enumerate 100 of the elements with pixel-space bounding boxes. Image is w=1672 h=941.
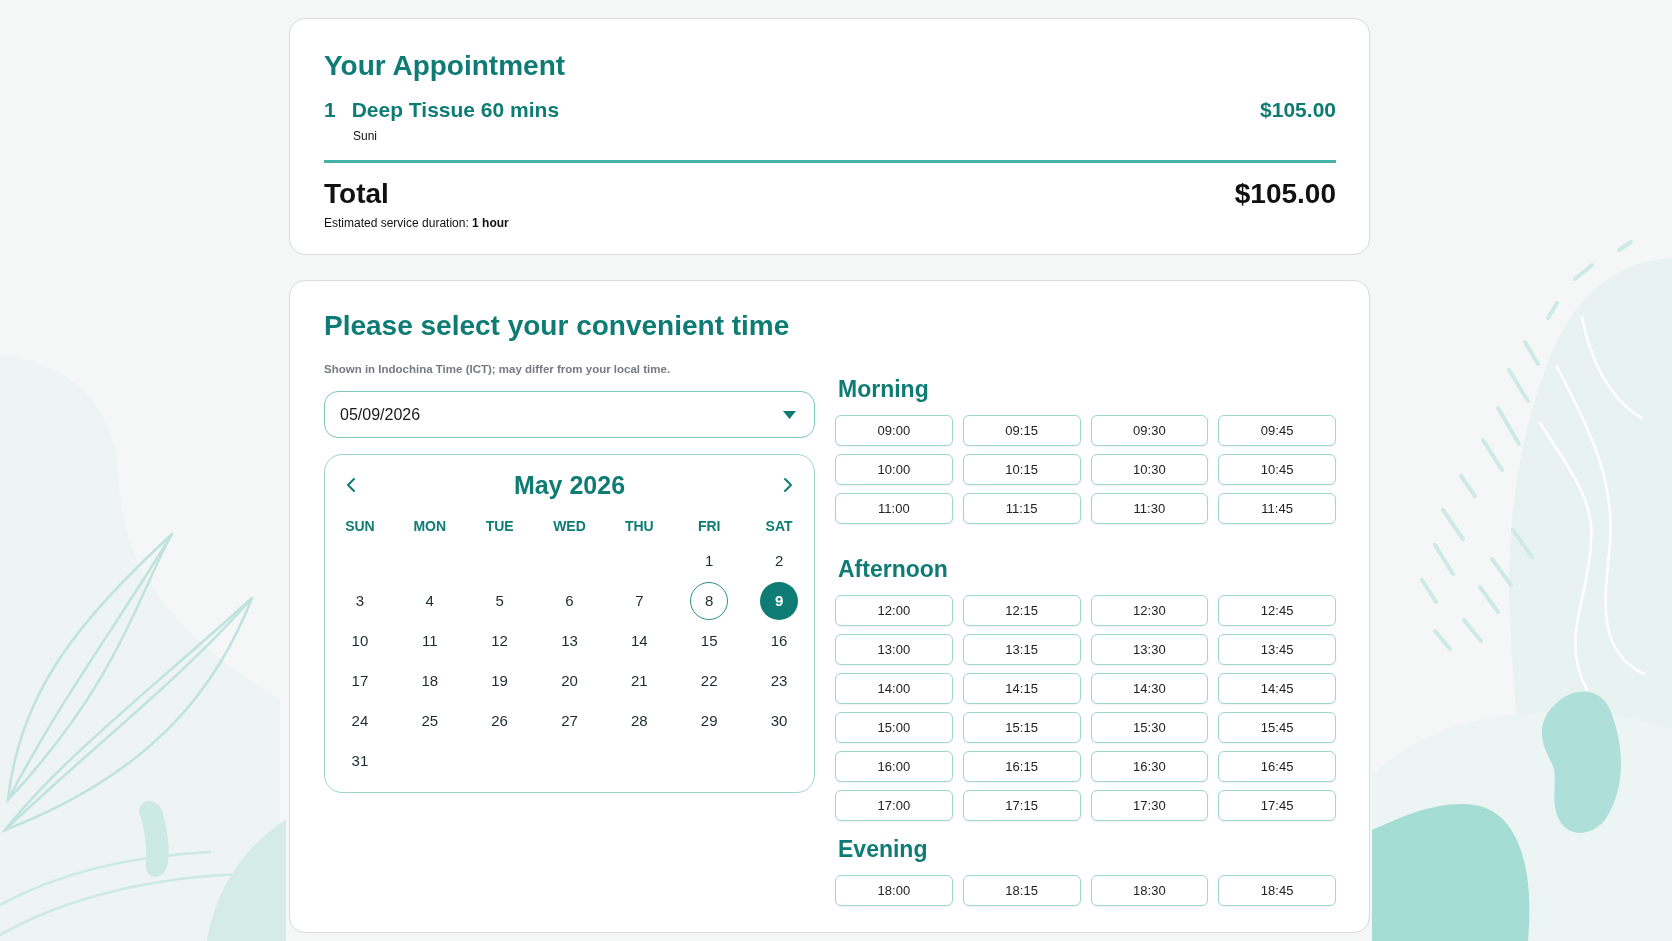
time-slot-button[interactable]: 11:00 [835, 493, 953, 524]
date-select[interactable]: 05/09/2026 [324, 391, 815, 438]
time-slot-button[interactable]: 18:15 [962, 875, 1081, 906]
service-name: Deep Tissue 60 mins [351, 97, 560, 122]
time-slot-button[interactable]: 18:00 [835, 875, 953, 906]
session-heading: Evening [837, 835, 929, 863]
line-number: 1 [324, 97, 336, 122]
dash-mark [1496, 406, 1521, 446]
calendar-day[interactable]: 25 [410, 702, 449, 740]
time-slot-button[interactable]: 16:30 [1090, 751, 1209, 782]
dash-mark [1511, 528, 1534, 559]
time-slot-button[interactable]: 11:15 [962, 493, 1081, 524]
calendar-day[interactable]: 15 [690, 622, 729, 660]
time-slot-button[interactable]: 13:45 [1218, 634, 1336, 665]
time-slot-button[interactable]: 12:30 [1090, 595, 1209, 626]
time-slot-button[interactable]: 14:45 [1218, 673, 1336, 704]
calendar-day[interactable]: 3 [340, 582, 379, 620]
weekday-label: FRI [697, 517, 721, 536]
time-slot-button[interactable]: 17:00 [835, 790, 953, 821]
time-slot-button[interactable]: 15:15 [962, 712, 1081, 743]
dash-mark [1459, 474, 1477, 498]
time-slot-button[interactable]: 18:45 [1218, 875, 1336, 906]
calendar-day[interactable]: 23 [760, 662, 799, 700]
time-slot-button[interactable]: 15:30 [1090, 712, 1209, 743]
calendar-day[interactable]: 20 [550, 662, 589, 700]
dash-mark [1546, 301, 1559, 320]
dash-mark [1490, 557, 1513, 587]
time-slot-button[interactable]: 13:30 [1090, 634, 1209, 665]
time-slot-button[interactable]: 18:30 [1090, 875, 1209, 906]
calendar-day[interactable]: 5 [480, 582, 519, 620]
calendar-day[interactable]: 31 [340, 742, 379, 780]
section-title: Please select your convenient time [324, 309, 791, 343]
time-slot-button[interactable]: 14:30 [1090, 673, 1209, 704]
calendar-day[interactable]: 1 [690, 542, 729, 580]
total-amount: $105.00 [1234, 177, 1336, 211]
time-slot-button[interactable]: 13:15 [962, 634, 1081, 665]
time-slot-button[interactable]: 09:15 [962, 415, 1081, 446]
calendar-day[interactable]: 26 [480, 702, 519, 740]
time-slot-button[interactable]: 09:30 [1090, 415, 1209, 446]
caret-down-icon [783, 410, 796, 419]
calendar-day[interactable]: 14 [620, 622, 659, 660]
time-slot-button[interactable]: 16:00 [835, 751, 953, 782]
calendar-day[interactable]: 28 [620, 702, 659, 740]
dash-mark [1523, 340, 1540, 366]
time-slot-button[interactable]: 09:45 [1218, 415, 1336, 446]
calendar-day[interactable]: 21 [620, 662, 659, 700]
dash-mark [1433, 543, 1455, 576]
weekday-label: THU [624, 517, 654, 536]
time-slot-button[interactable]: 12:45 [1218, 595, 1336, 626]
time-slot-button[interactable]: 14:00 [835, 673, 953, 704]
session-heading: Afternoon [837, 555, 949, 583]
staff-name: Suni [353, 128, 378, 144]
calendar-day[interactable]: 11 [410, 622, 449, 660]
calendar-day[interactable]: 12 [480, 622, 519, 660]
dash-mark [1420, 578, 1438, 604]
weekday-label: SUN [345, 517, 375, 536]
time-slot-button[interactable]: 11:30 [1090, 493, 1209, 524]
calendar-day[interactable]: 30 [760, 702, 799, 740]
timezone-note: Shown in Indochina Time (ICT); may differ from your local time. [324, 362, 671, 377]
time-slot-button[interactable]: 09:00 [835, 415, 953, 446]
calendar-day[interactable]: 16 [760, 622, 799, 660]
weekday-label: MON [413, 517, 447, 536]
calendar-day[interactable]: 19 [480, 662, 519, 700]
time-slot-button[interactable]: 10:15 [962, 454, 1081, 485]
calendar-day[interactable]: 2 [760, 542, 799, 580]
dash-mark [1573, 263, 1594, 281]
time-slot-button[interactable]: 17:45 [1218, 790, 1336, 821]
calendar-day[interactable]: 6 [550, 582, 589, 620]
dash-mark [1481, 438, 1504, 472]
dash-mark [1507, 368, 1530, 403]
time-slot-button[interactable]: 15:00 [835, 712, 953, 743]
time-slot-button[interactable]: 16:15 [962, 751, 1081, 782]
calendar-day[interactable]: 17 [340, 662, 379, 700]
calendar-day[interactable]: 4 [410, 582, 449, 620]
calendar-day[interactable]: 18 [410, 662, 449, 700]
weekday-label: SAT [765, 517, 793, 536]
calendar-day[interactable]: 9 [760, 582, 799, 620]
time-slot-button[interactable]: 11:45 [1218, 493, 1336, 524]
time-slot-button[interactable]: 14:15 [962, 673, 1081, 704]
time-slot-button[interactable]: 13:00 [835, 634, 953, 665]
time-slot-button[interactable]: 10:45 [1218, 454, 1336, 485]
time-slot-button[interactable]: 15:45 [1218, 712, 1336, 743]
dash-mark [1433, 629, 1452, 651]
appointment-title: Your Appointment [324, 49, 567, 83]
time-slot-button[interactable]: 10:30 [1090, 454, 1209, 485]
calendar-day[interactable]: 22 [690, 662, 729, 700]
service-price: $105.00 [1260, 97, 1336, 122]
calendar-day[interactable]: 29 [690, 702, 729, 740]
time-slot-button[interactable]: 17:30 [1090, 790, 1209, 821]
calendar-day[interactable]: 24 [340, 702, 379, 740]
calendar-day[interactable]: 27 [550, 702, 589, 740]
time-slot-button[interactable]: 16:45 [1218, 751, 1336, 782]
calendar-day[interactable]: 10 [340, 622, 379, 660]
time-slot-button[interactable]: 17:15 [962, 790, 1081, 821]
time-slot-button[interactable]: 12:00 [835, 595, 953, 626]
time-slot-button[interactable]: 12:15 [962, 595, 1081, 626]
time-slot-button[interactable]: 10:00 [835, 454, 953, 485]
dash-mark [1462, 618, 1483, 643]
calendar-day[interactable]: 13 [550, 622, 589, 660]
calendar-day[interactable]: 7 [620, 582, 659, 620]
